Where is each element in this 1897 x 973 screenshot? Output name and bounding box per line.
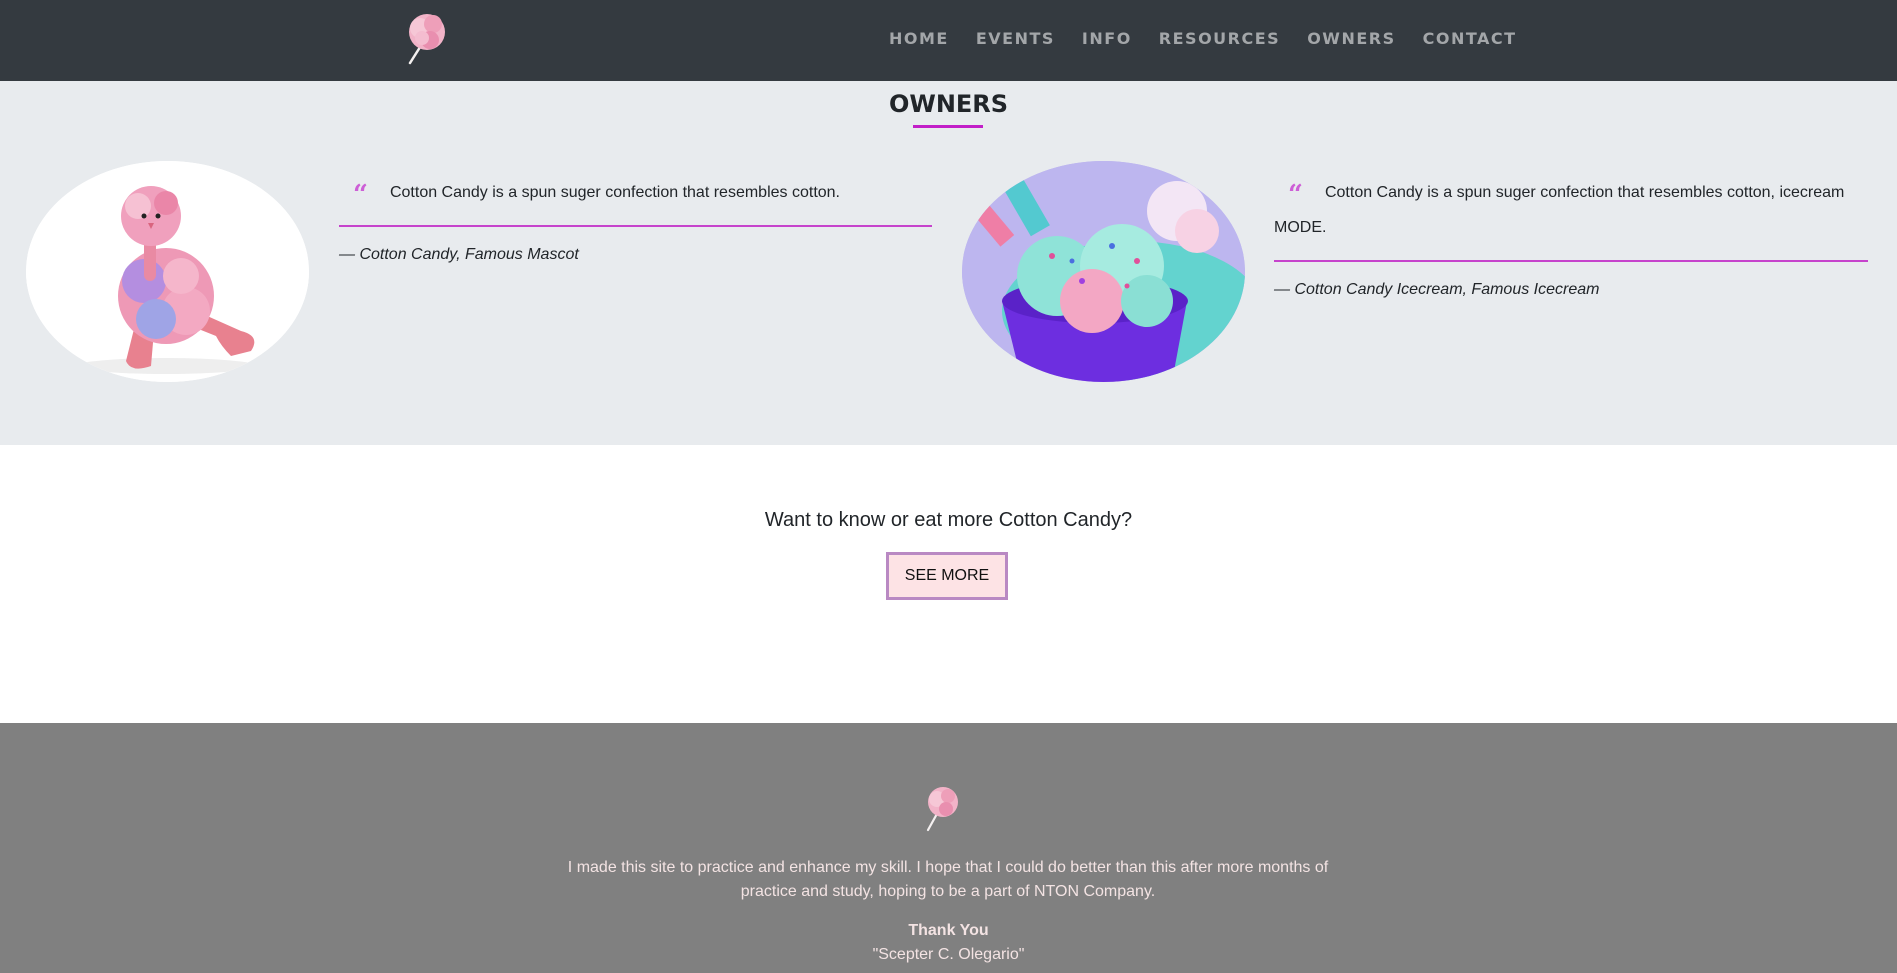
owner-quote-icecream: “Cotton Candy is a spun suger confection…	[1274, 175, 1868, 299]
see-more-button[interactable]: SEE MORE	[886, 552, 1008, 600]
icecream-cup-image	[962, 161, 1245, 382]
title-underline	[913, 125, 983, 128]
nav-link-home[interactable]: HOME	[889, 29, 949, 49]
cta-text: Want to know or eat more Cotton Candy?	[764, 509, 1133, 531]
quote-text: Cotton Candy is a spun suger confection …	[1274, 184, 1845, 236]
quote-mark-icon: “	[353, 180, 368, 210]
quote-author: — Cotton Candy, Famous Mascot	[339, 246, 579, 263]
footer-description: I made this site to practice and enhance…	[567, 859, 1329, 900]
owner-quote-mascot: “ Cotton Candy is a spun suger confection…	[339, 175, 932, 264]
nav-menu: HOME EVENTS INFO RESOURCES OWNERS CONTAC…	[889, 29, 1544, 49]
quote-mark-icon: “	[1288, 180, 1303, 210]
nav-link-contact[interactable]: CONTACT	[1423, 29, 1517, 49]
cotton-candy-logo-icon[interactable]	[400, 8, 450, 66]
quote-divider	[1274, 260, 1868, 262]
nav-link-resources[interactable]: RESOURCES	[1159, 29, 1280, 49]
quote-text: Cotton Candy is a spun suger confection …	[389, 184, 840, 201]
nav-link-events[interactable]: EVENTS	[976, 29, 1055, 49]
footer-signature: "Scepter C. Olegario"	[872, 946, 1025, 963]
owners-title: OWNERS	[888, 90, 1009, 118]
footer: I made this site to practice and enhance…	[0, 723, 1897, 973]
footer-thanks: Thank You	[908, 922, 989, 939]
plush-mascot-image	[26, 161, 309, 382]
navbar: HOME EVENTS INFO RESOURCES OWNERS CONTAC…	[0, 0, 1897, 81]
cotton-candy-logo-icon	[926, 787, 958, 832]
owner-photo-icecream	[962, 161, 1245, 382]
owners-section: OWNERS “Cotton Candy is a spun suger con…	[0, 81, 1897, 445]
nav-link-info[interactable]: INFO	[1082, 29, 1132, 49]
quote-divider	[339, 225, 932, 227]
nav-link-owners[interactable]: OWNERS	[1307, 29, 1395, 49]
owner-photo-mascot	[26, 161, 309, 382]
quote-author: — Cotton Candy Icecream, Famous Icecream	[1274, 281, 1600, 298]
